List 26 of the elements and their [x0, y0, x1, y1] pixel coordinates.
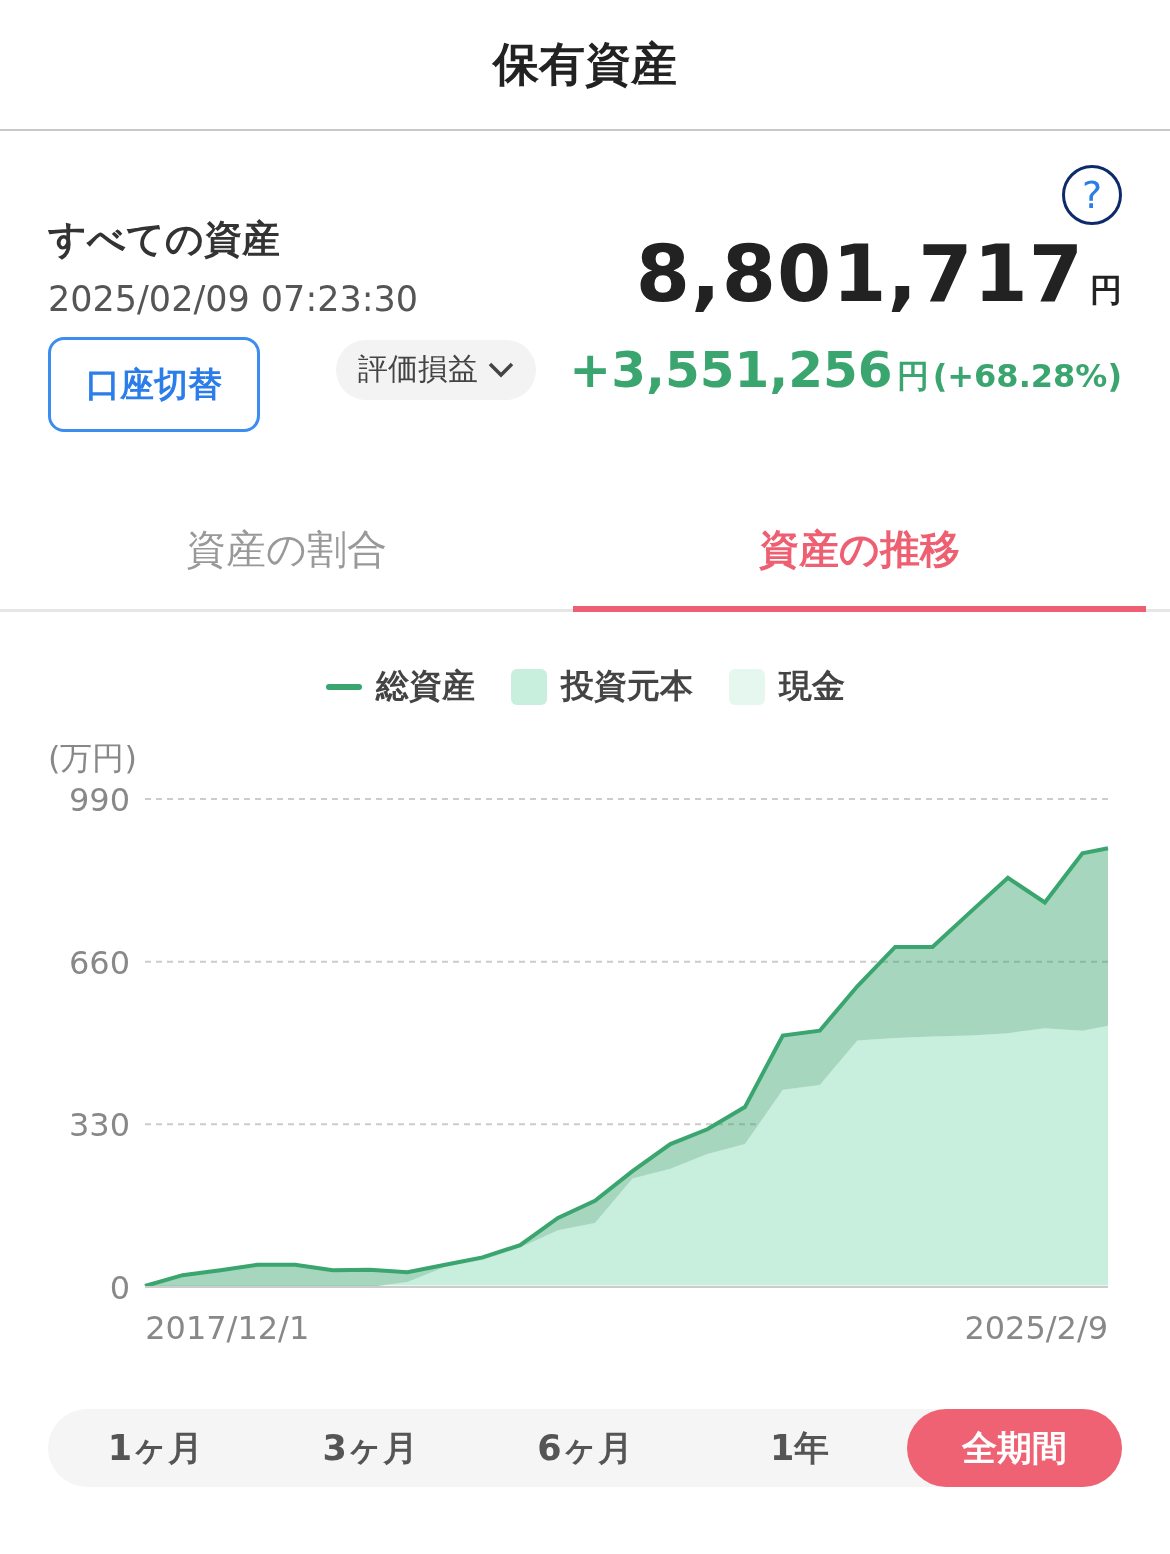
- y-tick-label: 330: [68, 1106, 130, 1145]
- chevron-down-icon: [488, 361, 514, 378]
- period-button[interactable]: 6ヶ月: [477, 1409, 693, 1487]
- legend-label: 投資元本: [560, 665, 693, 707]
- timestamp: 2025/02/09 07:23:30: [48, 279, 419, 319]
- period-button[interactable]: 1年: [692, 1409, 908, 1487]
- x-tick-label: 2025/2/9: [964, 1309, 1109, 1347]
- axis-unit: (万円): [48, 739, 137, 777]
- gain-amount: +3,551,256: [569, 340, 893, 399]
- section-title: すべての資産: [48, 216, 281, 263]
- period-button[interactable]: 3ヶ月: [262, 1409, 478, 1487]
- currency-unit: 円: [896, 355, 929, 397]
- page-title: 保有資産: [493, 35, 677, 93]
- period-button[interactable]: 1ヶ月: [48, 1409, 263, 1487]
- gain-rate: (+68.28%): [932, 356, 1122, 395]
- x-tick-label: 2017/12/1: [145, 1309, 310, 1347]
- help-button[interactable]: ?: [1062, 165, 1122, 225]
- y-tick-label: 990: [68, 781, 130, 819]
- account-switch-button[interactable]: 口座切替: [48, 337, 260, 432]
- y-tick-label: 0: [109, 1269, 130, 1307]
- total-amount: 8,801,717: [635, 229, 1084, 319]
- metric-dropdown[interactable]: 評価損益: [336, 339, 536, 400]
- legend-label: 現金: [778, 665, 845, 707]
- y-tick-label: 660: [68, 943, 130, 982]
- legend-label: 総資産: [375, 665, 475, 707]
- currency-unit: 円: [1090, 270, 1122, 311]
